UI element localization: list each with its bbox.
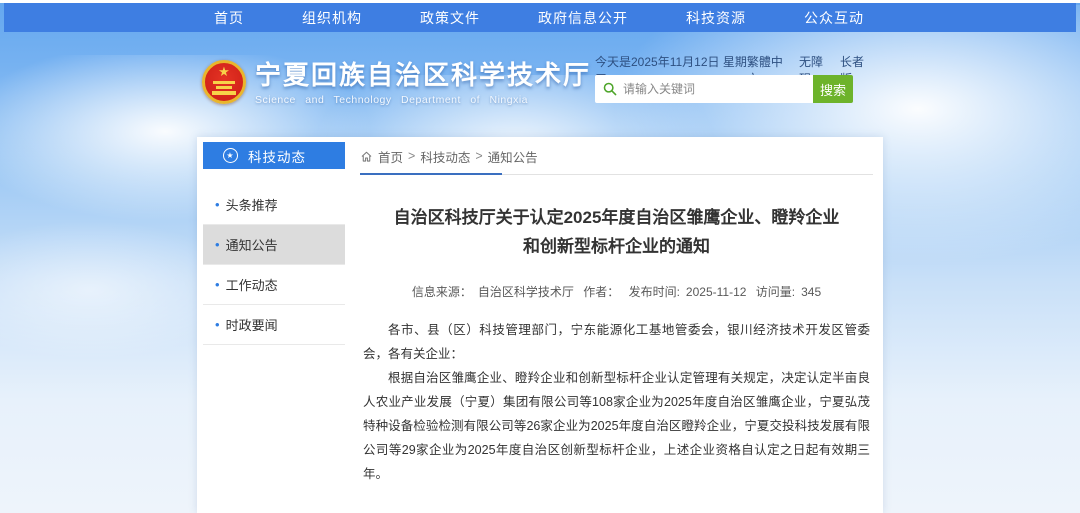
main-content-panel: ★ 科技动态 • 头条推荐 • 通知公告 • 工作动态 • 时政要闻: [197, 137, 883, 513]
meta-time-label: 发布时间:: [629, 285, 680, 299]
breadcrumb-separator: >: [408, 149, 415, 163]
star-cycle-icon: ★: [223, 148, 238, 163]
sidebar-menu: • 头条推荐 • 通知公告 • 工作动态 • 时政要闻: [203, 185, 345, 345]
breadcrumb-science-news[interactable]: 科技动态: [420, 147, 470, 166]
nav-item-policy[interactable]: 政策文件: [420, 8, 480, 28]
bullet-dot-icon: •: [215, 277, 220, 292]
sidebar-item-label: 时政要闻: [226, 315, 278, 334]
sidebar-item-label: 头条推荐: [226, 195, 278, 214]
nav-item-resources[interactable]: 科技资源: [686, 8, 746, 28]
sidebar-item-work-news[interactable]: • 工作动态: [203, 265, 345, 305]
search-button[interactable]: 搜索: [813, 75, 853, 103]
meta-source-label: 信息来源：: [412, 285, 472, 299]
top-navigation: 首页 组织机构 政策文件 政府信息公开 科技资源 公众互动: [4, 3, 1076, 32]
breadcrumb-notices[interactable]: 通知公告: [488, 147, 538, 166]
sidebar: ★ 科技动态 • 头条推荐 • 通知公告 • 工作动态 • 时政要闻: [203, 142, 345, 345]
bullet-dot-icon: •: [215, 237, 220, 252]
nav-item-organization[interactable]: 组织机构: [302, 8, 362, 28]
article-meta: 信息来源： 自治区科学技术厅 作者： 发布时间: 2025-11-12 访问量: 34…: [360, 283, 873, 300]
top-strip: [0, 0, 1080, 3]
sidebar-item-label: 工作动态: [226, 275, 278, 294]
sidebar-item-headlines[interactable]: • 头条推荐: [203, 185, 345, 225]
nav-item-gov-info[interactable]: 政府信息公开: [538, 8, 628, 28]
article-title: 自治区科技厅关于认定2025年度自治区雏鹰企业、瞪羚企业 和创新型标杆企业的通知: [360, 203, 873, 261]
search-icon: [603, 82, 617, 96]
national-emblem-logo: ★: [202, 60, 246, 104]
nav-item-interaction[interactable]: 公众互动: [804, 8, 864, 28]
site-brand[interactable]: ★ 宁夏回族自治区科学技术厅 Science and Technology De…: [202, 60, 591, 106]
breadcrumb-home[interactable]: 首页: [378, 147, 403, 166]
breadcrumb: 首页 > 科技动态 > 通知公告: [360, 145, 873, 167]
bullet-dot-icon: •: [215, 317, 220, 332]
sidebar-item-political-news[interactable]: • 时政要闻: [203, 305, 345, 345]
sidebar-header: ★ 科技动态: [203, 142, 345, 169]
meta-author-label: 作者：: [583, 285, 619, 299]
article-paragraph: 各市、县（区）科技管理部门，宁东能源化工基地管委会，银川经济技术开发区管委会，各…: [363, 318, 870, 366]
meta-time-value: 2025-11-12: [686, 285, 747, 299]
nav-item-home[interactable]: 首页: [214, 8, 244, 28]
home-icon: [360, 150, 373, 163]
search-bar: 搜索: [595, 75, 853, 103]
bullet-dot-icon: •: [215, 197, 220, 212]
article-body: 各市、县（区）科技管理部门，宁东能源化工基地管委会，银川经济技术开发区管委会，各…: [360, 318, 873, 486]
search-input[interactable]: [623, 82, 805, 96]
sidebar-item-notices[interactable]: • 通知公告: [203, 225, 345, 265]
site-subtitle: Science and Technology Department of Nin…: [255, 94, 591, 106]
search-box: [595, 75, 813, 103]
meta-visits-value: 345: [801, 285, 821, 299]
meta-visits-label: 访问量:: [756, 285, 795, 299]
article-paragraph: 根据自治区雏鹰企业、瞪羚企业和创新型标杆企业认定管理有关规定，决定认定半亩良人农…: [363, 366, 870, 486]
breadcrumb-separator: >: [475, 149, 482, 163]
meta-source-value: 自治区科学技术厅: [478, 285, 574, 299]
emblem-star-icon: ★: [218, 65, 230, 78]
sidebar-item-label: 通知公告: [226, 235, 278, 254]
breadcrumb-divider: [360, 174, 873, 175]
sidebar-title: 科技动态: [248, 146, 306, 166]
site-title: 宁夏回族自治区科学技术厅: [255, 60, 591, 90]
article-area: 首页 > 科技动态 > 通知公告 自治区科技厅关于认定2025年度自治区雏鹰企业…: [360, 145, 873, 513]
page: 首页 组织机构 政策文件 政府信息公开 科技资源 公众互动 ★ 宁夏回族自治区科…: [0, 0, 1080, 513]
